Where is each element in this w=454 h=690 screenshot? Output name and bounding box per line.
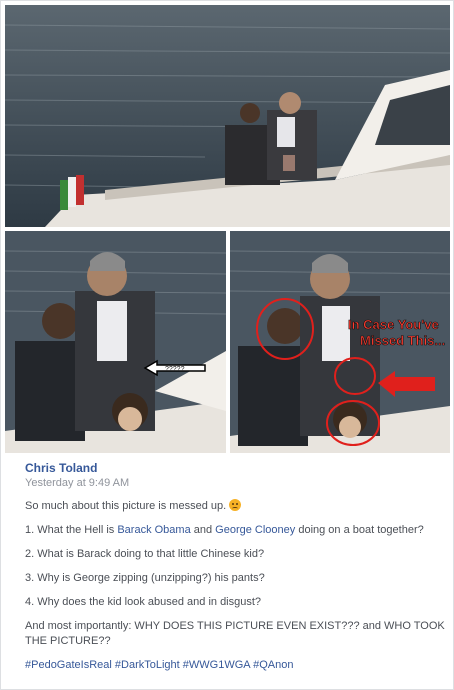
- hashtag-link[interactable]: #DarkToLight: [115, 659, 180, 671]
- link-george-clooney[interactable]: George Clooney: [215, 524, 295, 536]
- photo-closeup-circled[interactable]: In Case You've Missed This...: [230, 231, 450, 453]
- hashtag-link[interactable]: #PedoGateIsReal: [25, 659, 112, 671]
- author-name[interactable]: Chris Toland: [25, 461, 445, 475]
- question-4: 4. Why does the kid look abused and in d…: [25, 596, 262, 608]
- arrow-annotation-text: ?????: [165, 366, 185, 373]
- photo-closeup-arrow[interactable]: ?????: [5, 231, 226, 453]
- question-2: 2. What is Barack doing to that little C…: [25, 548, 265, 560]
- hashtag-link[interactable]: #WWG1WGA: [183, 659, 250, 671]
- closing-question: And most importantly: WHY DOES THIS PICT…: [25, 620, 445, 647]
- question-1: 1. What the Hell is Barack Obama and Geo…: [25, 524, 424, 536]
- hashtag-link[interactable]: #QAnon: [253, 659, 293, 671]
- overlay-caption-line2: Missed This...: [360, 333, 445, 348]
- post-body: So much about this picture is messed up.…: [25, 499, 445, 673]
- post-content: Chris Toland Yesterday at 9:49 AM So muc…: [25, 461, 445, 682]
- hashtag-list: #PedoGateIsReal #DarkToLight #WWG1WGA #Q…: [25, 658, 445, 673]
- overlay-caption-line1: In Case You've: [348, 317, 439, 332]
- post-intro: So much about this picture is messed up.: [25, 499, 445, 514]
- link-barack-obama[interactable]: Barack Obama: [117, 524, 190, 536]
- photo-boat-wide[interactable]: [5, 5, 450, 227]
- post-timestamp[interactable]: Yesterday at 9:49 AM: [25, 476, 445, 490]
- facebook-post-card: ????? In Case You've Missed This... Chri…: [0, 0, 454, 690]
- angry-face-emoji-icon: [229, 499, 242, 511]
- question-3: 3. Why is George zipping (unzipping?) hi…: [25, 572, 265, 584]
